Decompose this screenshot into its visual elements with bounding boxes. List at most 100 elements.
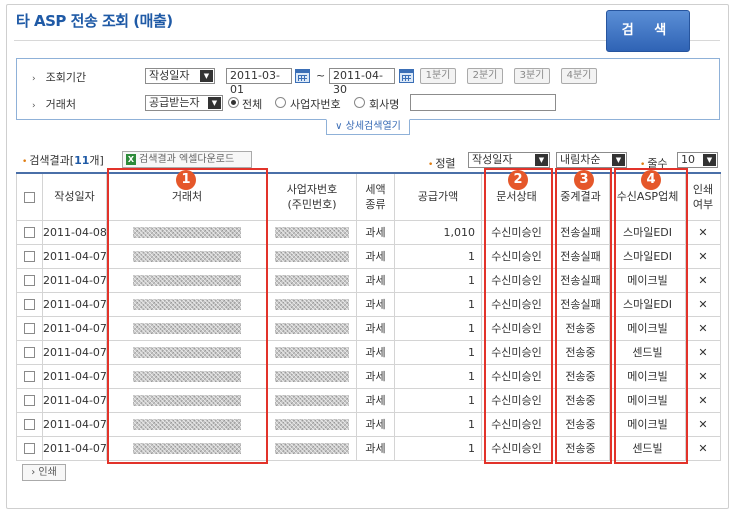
row-checkbox-cell[interactable] bbox=[16, 243, 43, 269]
redacted-biz-number bbox=[275, 299, 349, 310]
period-type-select[interactable]: 작성일자 ▼ bbox=[145, 68, 215, 84]
radio-company[interactable] bbox=[354, 97, 365, 108]
close-icon: ✕ bbox=[685, 363, 721, 389]
cell-tax-type: 과세 bbox=[356, 411, 395, 437]
row-checkbox[interactable] bbox=[24, 419, 35, 430]
cell-amount: 1 bbox=[394, 267, 482, 293]
cell-amount: 1 bbox=[394, 291, 482, 317]
search-text-input[interactable] bbox=[410, 94, 556, 111]
row-checkbox-cell[interactable] bbox=[16, 267, 43, 293]
redacted-biz-number bbox=[275, 371, 349, 382]
row-checkbox[interactable] bbox=[24, 299, 35, 310]
row-checkbox-cell[interactable] bbox=[16, 363, 43, 389]
detail-search-toggle[interactable]: ∨ 상세검색열기 bbox=[326, 119, 410, 135]
select-all-header[interactable] bbox=[16, 172, 43, 221]
bullet-icon: › bbox=[32, 74, 36, 84]
date-from-input[interactable]: 2011-03-01 bbox=[226, 68, 292, 96]
highlight-box-doc-status bbox=[484, 168, 553, 464]
cell-date: 2011-04-07 bbox=[42, 267, 107, 293]
cell-date: 2011-04-07 bbox=[42, 339, 107, 365]
cell-biz-number bbox=[267, 363, 357, 389]
cell-tax-type: 과세 bbox=[356, 435, 395, 461]
search-button[interactable]: 검 색 bbox=[606, 10, 690, 52]
row-checkbox[interactable] bbox=[24, 251, 35, 262]
chevron-down-icon: ▼ bbox=[612, 154, 625, 166]
row-checkbox[interactable] bbox=[24, 227, 35, 238]
row-checkbox[interactable] bbox=[24, 323, 35, 334]
quarter-1-button[interactable]: 1분기 bbox=[420, 68, 456, 84]
date-to-input[interactable]: 2011-04-30 bbox=[329, 68, 395, 96]
cell-date: 2011-04-07 bbox=[42, 411, 107, 437]
cell-date: 2011-04-07 bbox=[42, 387, 107, 413]
cell-date: 2011-04-07 bbox=[42, 291, 107, 317]
cell-amount: 1 bbox=[394, 411, 482, 437]
close-icon: ✕ bbox=[685, 411, 721, 437]
close-icon: ✕ bbox=[685, 243, 721, 269]
redacted-biz-number bbox=[275, 275, 349, 286]
radio-biz-label: 사업자번호 bbox=[290, 98, 341, 111]
row-checkbox-cell[interactable] bbox=[16, 291, 43, 317]
badge-2: 2 bbox=[508, 170, 528, 190]
cell-biz-number bbox=[267, 243, 357, 269]
redacted-biz-number bbox=[275, 395, 349, 406]
badge-1: 1 bbox=[176, 170, 196, 190]
bullet-icon: • bbox=[428, 160, 434, 170]
cell-date: 2011-04-07 bbox=[42, 315, 107, 341]
chevron-down-icon: ▼ bbox=[200, 70, 213, 82]
cell-biz-number bbox=[267, 219, 357, 245]
select-all-checkbox[interactable] bbox=[24, 191, 35, 203]
cell-amount: 1 bbox=[394, 387, 482, 413]
quarter-3-button[interactable]: 3분기 bbox=[514, 68, 550, 84]
row-checkbox-cell[interactable] bbox=[16, 435, 43, 461]
row-checkbox[interactable] bbox=[24, 275, 35, 286]
row-checkbox-cell[interactable] bbox=[16, 411, 43, 437]
period-label: › 조회기간 bbox=[32, 71, 87, 84]
sort-label: • 정렬 bbox=[428, 157, 456, 170]
excel-download-button[interactable]: X 검색결과 엑셀다운로드 bbox=[122, 151, 252, 168]
result-count: • 검색결과[11개] bbox=[22, 154, 104, 167]
close-icon: ✕ bbox=[685, 219, 721, 245]
row-checkbox-cell[interactable] bbox=[16, 387, 43, 413]
close-icon: ✕ bbox=[685, 315, 721, 341]
radio-biz-number[interactable] bbox=[275, 97, 286, 108]
quarter-2-button[interactable]: 2분기 bbox=[467, 68, 503, 84]
print-button[interactable]: › 인쇄 bbox=[22, 464, 66, 481]
cell-biz-number bbox=[267, 267, 357, 293]
sort-order-select[interactable]: 내림차순 ▼ bbox=[556, 152, 627, 168]
col-biz-number: 사업자번호 (주민번호) bbox=[267, 172, 357, 221]
cell-tax-type: 과세 bbox=[356, 219, 395, 245]
cell-biz-number bbox=[267, 291, 357, 317]
row-checkbox-cell[interactable] bbox=[16, 339, 43, 365]
quarter-4-button[interactable]: 4분기 bbox=[561, 68, 597, 84]
row-checkbox-cell[interactable] bbox=[16, 219, 43, 245]
bullet-icon: › bbox=[32, 101, 36, 111]
cell-biz-number bbox=[267, 339, 357, 365]
cell-biz-number bbox=[267, 411, 357, 437]
cell-amount: 1 bbox=[394, 363, 482, 389]
close-icon: ✕ bbox=[685, 339, 721, 365]
row-checkbox[interactable] bbox=[24, 443, 35, 454]
cell-tax-type: 과세 bbox=[356, 267, 395, 293]
row-checkbox[interactable] bbox=[24, 371, 35, 382]
row-checkbox[interactable] bbox=[24, 395, 35, 406]
col-amount: 공급가액 bbox=[394, 172, 482, 221]
calendar-icon[interactable] bbox=[295, 69, 310, 83]
partner-type-select[interactable]: 공급받는자 ▼ bbox=[145, 95, 223, 111]
cell-amount: 1 bbox=[394, 243, 482, 269]
redacted-biz-number bbox=[275, 323, 349, 334]
cell-biz-number bbox=[267, 435, 357, 461]
radio-company-label: 회사명 bbox=[369, 98, 400, 111]
close-icon: ✕ bbox=[685, 435, 721, 461]
row-checkbox-cell[interactable] bbox=[16, 315, 43, 341]
cell-amount: 1 bbox=[394, 435, 482, 461]
sort-field-select[interactable]: 작성일자 ▼ bbox=[468, 152, 550, 168]
calendar-icon[interactable] bbox=[399, 69, 414, 83]
row-checkbox[interactable] bbox=[24, 347, 35, 358]
radio-all[interactable] bbox=[228, 97, 239, 108]
rows-per-page-select[interactable]: 10 ▼ bbox=[677, 152, 718, 168]
bullet-icon: • bbox=[22, 157, 28, 167]
highlight-box-relay-result bbox=[555, 168, 612, 464]
badge-4: 4 bbox=[641, 170, 661, 190]
cell-amount: 1,010 bbox=[394, 219, 482, 245]
page-title: 타 ASP 전송 조회 (매출) bbox=[16, 12, 173, 30]
